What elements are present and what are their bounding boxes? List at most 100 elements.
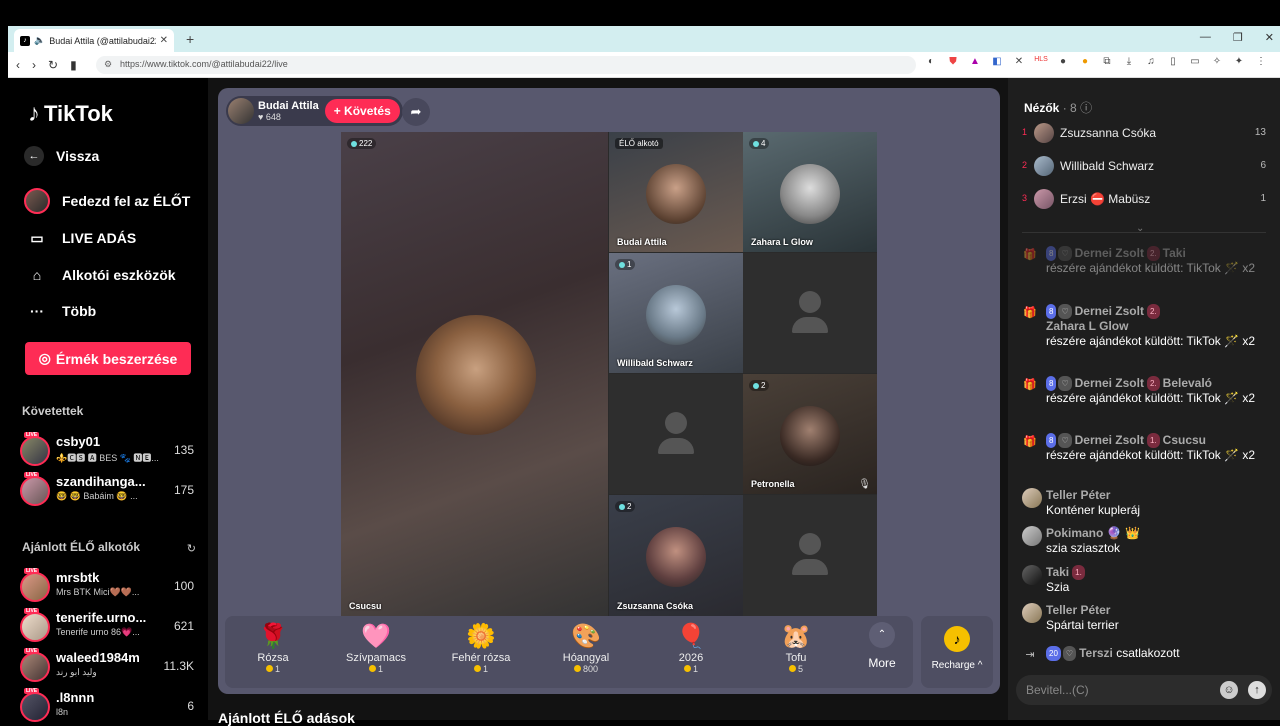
- hls-icon[interactable]: HLS: [1034, 56, 1048, 67]
- gift-item[interactable]: 🎨 Hóangyal 800: [546, 622, 626, 674]
- guest-tile[interactable]: 1 Willibald Schwarz: [609, 253, 743, 373]
- extension-icon[interactable]: ●: [1056, 56, 1070, 67]
- chat-username[interactable]: Dernei Zsolt: [1075, 376, 1144, 390]
- gift-item[interactable]: 🐹 Tofu 5: [756, 622, 836, 674]
- close-tab-icon[interactable]: ✕: [160, 35, 168, 46]
- extension-icon[interactable]: ●: [1078, 56, 1092, 67]
- host-avatar[interactable]: [228, 98, 254, 124]
- avatar[interactable]: [1022, 565, 1042, 585]
- chat-username[interactable]: Pokimano 🔮 👑: [1046, 526, 1140, 540]
- sparkle-icon[interactable]: ✧: [1210, 56, 1224, 67]
- wallet-icon[interactable]: ▭: [1188, 56, 1202, 67]
- url-field[interactable]: ⚙ https://www.tiktok.com/@attilabudai22/…: [96, 56, 916, 74]
- host-name[interactable]: Budai Attila: [258, 100, 319, 112]
- get-coins-button[interactable]: ◎ Érmék beszerzése: [25, 342, 191, 375]
- avatar[interactable]: [1022, 603, 1042, 623]
- sidebar-item-live[interactable]: ▭ LIVE ADÁS: [24, 225, 204, 251]
- recommended-account[interactable]: LIVE mrsbtk Mrs BTK Mici🤎🤎... 100: [20, 568, 200, 604]
- viewer-row[interactable]: 3 Erzsi ⛔ Mabüsz 1: [1022, 189, 1266, 211]
- recommended-account[interactable]: LIVE tenerife.urno... Tenerife urno 86💗.…: [20, 608, 200, 644]
- reload-icon[interactable]: ↻: [48, 58, 58, 72]
- viewer-row[interactable]: 1 Zsuzsanna Csóka 13: [1022, 123, 1266, 145]
- chat-text: szia sziasztok: [1046, 541, 1121, 555]
- avatar[interactable]: [1022, 488, 1042, 508]
- empty-seat-tile[interactable]: [743, 495, 877, 616]
- help-icon[interactable]: ⓘ: [1080, 101, 1092, 115]
- sidebar-item-back[interactable]: ← Vissza: [24, 146, 204, 166]
- recommended-account[interactable]: LIVE waleed1984m وليد ابو رند 11.3K: [20, 648, 200, 684]
- chat-username[interactable]: Terszi: [1079, 646, 1113, 660]
- tiktok-logo[interactable]: ♪ TikTok: [28, 100, 113, 128]
- send-icon[interactable]: ↑: [1248, 681, 1266, 699]
- menu-icon[interactable]: ⋮: [1254, 56, 1268, 67]
- avatar: [20, 476, 50, 506]
- gift-item[interactable]: 🩷 Szívpamacs 1: [336, 622, 416, 674]
- fan-badge: ♡: [1062, 646, 1077, 661]
- new-tab-icon[interactable]: +: [186, 31, 194, 47]
- empty-seat-tile[interactable]: [609, 374, 743, 494]
- minimize-icon[interactable]: —: [1200, 31, 1211, 44]
- avatar[interactable]: [1022, 526, 1042, 546]
- forward-icon[interactable]: ›: [32, 58, 36, 72]
- viewer-name: Zsuzsanna Csóka: [1060, 126, 1157, 140]
- x-icon[interactable]: ✕: [1012, 56, 1026, 67]
- browser-tab[interactable]: ♪ 🔈 Budai Attila (@attilabudai22) ✕: [14, 29, 174, 52]
- recharge-button[interactable]: ♪ Recharge ^: [921, 616, 993, 688]
- shield-icon[interactable]: ⛊: [946, 56, 960, 67]
- download-icon[interactable]: ⤓: [1122, 56, 1136, 67]
- recommended-account[interactable]: LIVE .l8nnn l8n 6: [20, 688, 200, 724]
- sidebar-icon[interactable]: ▯: [1166, 56, 1180, 67]
- chat-body: 8 ♡ Dernei Zsolt 2. Taki részére ajándékot k…: [1046, 246, 1266, 276]
- main-guest-tile[interactable]: 222 Csucsu: [341, 132, 608, 616]
- chat-username[interactable]: Dernei Zsolt: [1075, 246, 1144, 260]
- bookmark-icon[interactable]: ▮: [70, 58, 77, 72]
- chat-input[interactable]: [1026, 681, 1206, 699]
- guest-tile[interactable]: 4 Zahara L Glow: [743, 132, 877, 252]
- share-icon[interactable]: ➦: [402, 98, 430, 126]
- guest-tile[interactable]: 2 Petronella 🎙: [743, 374, 877, 494]
- site-info-icon[interactable]: ⚙: [104, 59, 112, 70]
- score-dot-icon: [351, 140, 357, 147]
- chat-body: Taki 1. Szia: [1046, 565, 1266, 595]
- close-window-icon[interactable]: ✕: [1265, 31, 1274, 44]
- viewer-row[interactable]: 2 Willibald Schwarz 6: [1022, 156, 1266, 178]
- guest-name: Zsuzsanna Csóka: [617, 601, 694, 611]
- chat-username[interactable]: Dernei Zsolt: [1075, 304, 1144, 318]
- back-icon[interactable]: ‹: [16, 58, 20, 72]
- sidebar-item-more[interactable]: ··· Több: [24, 298, 204, 324]
- sidebar-item-creator-tools[interactable]: ⌂ Alkotói eszközök: [24, 262, 204, 288]
- browser-tab-bar: ♪ 🔈 Budai Attila (@attilabudai22) ✕ + — …: [8, 26, 1280, 52]
- empty-seat-tile[interactable]: [743, 253, 877, 373]
- pin-icon[interactable]: ✦: [1232, 56, 1246, 67]
- triangle-icon[interactable]: ▲: [968, 56, 982, 67]
- music-icon[interactable]: ♫: [1144, 56, 1158, 67]
- gift-price: 5: [756, 664, 836, 674]
- gift-item[interactable]: 🌹 Rózsa 1: [233, 622, 313, 674]
- more-gifts-button[interactable]: ⌃ More: [857, 622, 907, 670]
- chat-username[interactable]: Teller Péter: [1046, 488, 1110, 502]
- refresh-icon[interactable]: ↻: [187, 542, 196, 555]
- maximize-icon[interactable]: ❐: [1233, 31, 1243, 44]
- following-account[interactable]: LIVE csby01 ⚜️🅲🆂 🅰 BES 🐾 🅽🅴... 135: [20, 432, 200, 468]
- tiktok-page: ♪ TikTok ← Vissza Fedezd fel az ÉLŐT ▭ L…: [8, 78, 1280, 726]
- puzzle-icon[interactable]: ⧉: [1100, 56, 1114, 67]
- level-badge: 20: [1046, 646, 1061, 661]
- guest-tile-host[interactable]: ÉLŐ alkotó Budai Attila: [609, 132, 743, 252]
- translate-icon[interactable]: ◧: [990, 56, 1004, 67]
- extension-icon[interactable]: ◐: [924, 56, 938, 67]
- following-account[interactable]: LIVE szandihanga... 🤓 🤓 Babáim 🤓 ... 175: [20, 472, 200, 508]
- emoji-icon[interactable]: ☺: [1220, 681, 1238, 699]
- gift-item[interactable]: 🎈 2026 1: [651, 622, 731, 674]
- guest-avatar: [646, 164, 706, 224]
- follow-button[interactable]: + Követés: [324, 99, 400, 123]
- gift-price-value: 1: [274, 664, 280, 674]
- chat-username[interactable]: Dernei Zsolt: [1075, 433, 1144, 447]
- gift-item[interactable]: 🌼 Fehér rózsa 1: [441, 622, 521, 674]
- chat-username[interactable]: Teller Péter: [1046, 603, 1110, 617]
- chat-message-gift: 🎁 8 ♡ Dernei Zsolt 2. Zahara L Glow részére…: [1022, 304, 1266, 349]
- score-dot-icon: [753, 140, 759, 147]
- guest-tile[interactable]: 2 Zsuzsanna Csóka: [609, 495, 743, 616]
- sidebar-item-label: Vissza: [56, 148, 100, 164]
- sidebar-item-explore-live[interactable]: Fedezd fel az ÉLŐT: [24, 188, 204, 214]
- chat-username[interactable]: Taki: [1046, 565, 1069, 579]
